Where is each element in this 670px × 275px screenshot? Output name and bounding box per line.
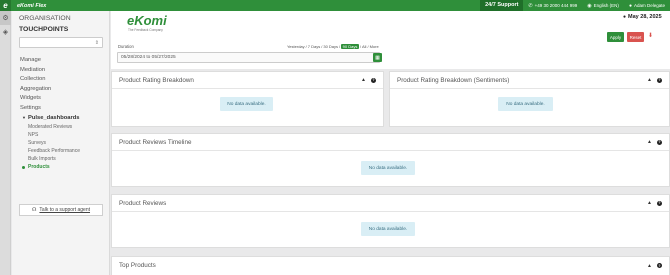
rail-settings-icon[interactable]: ⚙ [0, 11, 11, 25]
phone-number: +49 30 2000 444 999 [534, 3, 578, 8]
quick-ranges: Yesterday/ 7 Days/ 30 Days/ 90 Days / All… [287, 44, 379, 49]
card-title: Top Products [119, 262, 156, 269]
help-icon[interactable]: ? [371, 77, 376, 83]
card-product-rating-sentiments: Product Rating Breakdown (Sentiments) ▲?… [389, 71, 670, 127]
range-7-days[interactable]: 7 Days [308, 44, 320, 49]
card-top-products: Top Products ▲? [111, 256, 670, 275]
sidebar-item-mediation[interactable]: Mediation [12, 66, 109, 76]
sidebar-item-widgets[interactable]: Widgets [12, 94, 109, 104]
card-header: Product Rating Breakdown ▲? [112, 72, 383, 89]
card-title: Product Rating Breakdown [119, 76, 194, 84]
user-name: Adam Delegate [633, 3, 665, 8]
no-data-message: No data available. [361, 161, 415, 175]
touchpoint-select[interactable]: ⇕ [19, 37, 103, 48]
export-icon[interactable]: ▲ [647, 263, 652, 269]
sidebar-subitem-nps[interactable]: NPS [12, 131, 109, 139]
help-icon[interactable]: ? [657, 200, 662, 206]
support-agent-label: Talk to a support agent [39, 207, 91, 213]
range-30-days[interactable]: 30 Days [323, 44, 338, 49]
range-all[interactable]: All [362, 44, 366, 49]
ekomi-logo: eKomi [127, 13, 167, 28]
export-icon[interactable]: ▲ [647, 200, 652, 206]
card-title: Product Reviews [119, 199, 167, 207]
calendar-button[interactable]: ▦ [373, 53, 382, 62]
app-logo[interactable]: e [0, 0, 11, 11]
reset-button[interactable]: Reset [627, 32, 644, 42]
dashboard-header: eKomi The Feedback Company Duration Yest… [111, 11, 670, 69]
touchpoints-heading: TOUCHPOINTS [19, 26, 69, 33]
card-title: Product Reviews Timeline [119, 138, 192, 146]
duration-label: Duration [118, 44, 134, 49]
sidebar-subitem-products-label: Products [28, 164, 50, 171]
no-data-message: No data available. [220, 97, 273, 111]
active-dot-icon [22, 165, 25, 169]
range-90-days[interactable]: 90 Days [341, 44, 359, 49]
help-icon[interactable]: ? [657, 263, 662, 268]
sidebar-subitem-feedback-performance[interactable]: Feedback Performance [12, 147, 109, 155]
rail-toggle-icon[interactable]: ◈ [0, 25, 11, 39]
app-title: eKomi Flex [17, 2, 47, 9]
sidebar-group-label: Pulse_dashboards [27, 115, 80, 121]
card-header: Product Reviews Timeline ▲? [112, 134, 669, 151]
support-label: 24/7 Support [480, 0, 524, 11]
sidebar-subitem-surveys[interactable]: Surveys [12, 139, 109, 147]
no-data-message: No data available. [498, 97, 553, 111]
sidebar: ORGANISATION TOUCHPOINTS ⇕ Manage Mediat… [12, 11, 110, 275]
icon-rail: ⚙ ◈ [0, 11, 11, 275]
sidebar-item-settings[interactable]: Settings [12, 104, 109, 114]
range-more[interactable]: More [370, 44, 379, 49]
phone-link[interactable]: ✆ +49 30 2000 444 999 [523, 3, 582, 9]
card-header: Product Rating Breakdown (Sentiments) ▲? [390, 72, 669, 89]
card-header: Product Reviews ▲? [112, 195, 669, 212]
user-icon: ● [628, 2, 632, 9]
ekomi-tagline: The Feedback Company [128, 28, 163, 32]
range-yesterday[interactable]: Yesterday [287, 44, 305, 49]
info-icon: ● [623, 14, 627, 20]
download-icon[interactable]: ⬇ [648, 32, 653, 39]
sidebar-group-pulse[interactable]: ▼ Pulse_dashboards [12, 113, 109, 123]
help-icon[interactable]: ? [657, 139, 662, 145]
export-icon[interactable]: ▲ [647, 77, 652, 83]
help-icon[interactable]: ? [657, 77, 662, 83]
calendar-icon: ▦ [375, 54, 380, 61]
card-product-reviews: Product Reviews ▲? No data available. [111, 194, 670, 248]
phone-icon: ✆ [528, 2, 533, 9]
organisation-heading[interactable]: ORGANISATION [12, 11, 109, 22]
chevron-updown-icon: ⇕ [94, 40, 99, 46]
language-selector[interactable]: ◉ English (EN) [582, 3, 624, 9]
current-date: ● May 28, 2025 [623, 14, 662, 20]
export-icon[interactable]: ▲ [647, 139, 652, 145]
support-agent-button[interactable]: ☊ Talk to a support agent [19, 204, 103, 216]
card-title: Product Rating Breakdown (Sentiments) [397, 76, 510, 84]
sidebar-item-aggregation[interactable]: Aggregation [12, 85, 109, 95]
user-menu[interactable]: ● Adam Delegate [624, 3, 670, 9]
sidebar-item-collection[interactable]: Collection [12, 75, 109, 85]
top-bar: e eKomi Flex 24/7 Support ✆ +49 30 2000 … [0, 0, 670, 11]
no-data-message: No data available. [361, 222, 415, 236]
card-header: Top Products ▲? [112, 257, 669, 274]
current-date-label: May 28, 2025 [628, 14, 662, 20]
sidebar-menu: Manage Mediation Collection Aggregation … [12, 56, 109, 172]
apply-button[interactable]: Apply [607, 32, 624, 42]
sidebar-item-manage[interactable]: Manage [12, 56, 109, 66]
card-product-reviews-timeline: Product Reviews Timeline ▲? No data avai… [111, 133, 670, 187]
language-label: English (EN) [593, 3, 619, 8]
date-range-input[interactable]: 05/28/2024 to 05/27/2025 [117, 52, 380, 63]
headset-icon: ☊ [31, 207, 37, 213]
caret-down-icon: ▼ [22, 115, 26, 120]
card-product-rating-breakdown: Product Rating Breakdown ▲? No data avai… [111, 71, 384, 127]
sidebar-subitem-products[interactable]: Products [12, 163, 109, 171]
sidebar-subitem-bulk-imports[interactable]: Bulk Imports [12, 155, 109, 163]
export-icon[interactable]: ▲ [361, 77, 366, 83]
globe-icon: ◉ [587, 2, 592, 9]
sidebar-subitem-moderated-reviews[interactable]: Moderated Reviews [12, 123, 109, 131]
